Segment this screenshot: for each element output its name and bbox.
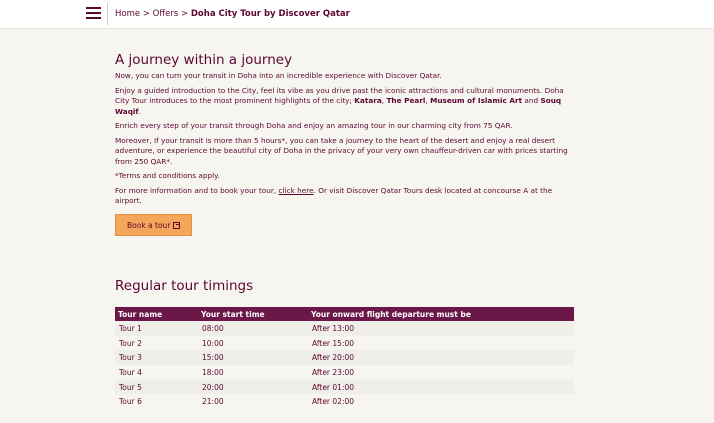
- tour-timings-heading: Regular tour timings: [115, 278, 254, 294]
- tour-name-cell: Tour 3: [115, 350, 198, 366]
- start-time-cell: 10:00: [198, 335, 308, 351]
- click-here-link[interactable]: click here: [279, 186, 314, 195]
- header-divider: [107, 3, 108, 25]
- tour-timings-table: Tour name Your start time Your onward fl…: [115, 307, 574, 410]
- main-content: A journey within a journey Now, you can …: [115, 52, 575, 236]
- table-row: Tour 2 10:00 After 15:00: [115, 335, 574, 351]
- book-a-tour-label: Book a tour: [127, 220, 171, 230]
- column-header-departure: Your onward flight departure must be: [308, 307, 574, 321]
- enrich-text: Enrich every step of your transit throug…: [115, 121, 513, 130]
- desert-adventure-text: Moreover, If your transit is more than 5…: [115, 135, 568, 166]
- departure-cell: After 02:00: [308, 394, 574, 410]
- start-time-cell: 20:00: [198, 379, 308, 395]
- hamburger-menu-icon[interactable]: [86, 6, 102, 20]
- tour-name-cell: Tour 2: [115, 335, 198, 351]
- departure-cell: After 23:00: [308, 365, 574, 380]
- breadcrumb-separator: >: [142, 9, 150, 19]
- table-row: Tour 1 08:00 After 13:00: [115, 321, 574, 336]
- tour-name-cell: Tour 4: [115, 365, 198, 380]
- column-header-start-time: Your start time: [198, 307, 308, 321]
- tour-name-cell: Tour 1: [115, 321, 198, 336]
- departure-cell: After 01:00: [308, 379, 574, 395]
- start-time-cell: 08:00: [198, 321, 308, 336]
- breadcrumb-separator: >: [181, 9, 189, 19]
- conjunction: and: [522, 96, 541, 105]
- highlight-the-pearl: The Pearl: [386, 96, 426, 105]
- more-info-text: For more information and to book your to…: [115, 186, 575, 207]
- book-a-tour-button[interactable]: Book a tour: [115, 213, 193, 236]
- more-info-before: For more information and to book your to…: [115, 185, 279, 195]
- departure-cell: After 13:00: [308, 321, 574, 336]
- start-time-cell: 15:00: [198, 350, 308, 366]
- breadcrumb-current: Doha City Tour by Discover Qatar: [190, 9, 350, 19]
- table-row: Tour 5 20:00 After 01:00: [115, 379, 574, 395]
- start-time-cell: 18:00: [198, 365, 308, 380]
- departure-cell: After 20:00: [308, 350, 574, 366]
- period: .: [138, 106, 141, 116]
- table-row: Tour 3 15:00 After 20:00: [115, 350, 574, 366]
- start-time-cell: 21:00: [198, 394, 308, 410]
- guided-tour-text: Enjoy a guided introduction to the City,…: [115, 86, 575, 118]
- column-header-tour-name: Tour name: [115, 307, 198, 321]
- terms-text: *Terms and conditions apply.: [115, 171, 220, 180]
- external-link-icon: [173, 221, 181, 229]
- tour-name-cell: Tour 6: [115, 394, 198, 410]
- highlight-museum-islamic-art: Museum of Islamic Art: [430, 96, 523, 105]
- table-row: Tour 4 18:00 After 23:00: [115, 365, 574, 380]
- page-title: A journey within a journey: [115, 52, 293, 68]
- breadcrumb-home-link[interactable]: Home: [115, 9, 140, 19]
- tour-name-cell: Tour 5: [115, 379, 198, 395]
- departure-cell: After 15:00: [308, 335, 574, 351]
- top-bar: Home > Offers > Doha City Tour by Discov…: [0, 0, 714, 29]
- table-row: Tour 6 21:00 After 02:00: [115, 394, 574, 410]
- table-header-row: Tour name Your start time Your onward fl…: [115, 307, 574, 321]
- breadcrumb-offers-link[interactable]: Offers: [153, 9, 179, 19]
- breadcrumb: Home > Offers > Doha City Tour by Discov…: [115, 9, 350, 19]
- intro-text: Now, you can turn your transit in Doha i…: [115, 71, 442, 80]
- highlight-katara: Katara: [354, 96, 382, 105]
